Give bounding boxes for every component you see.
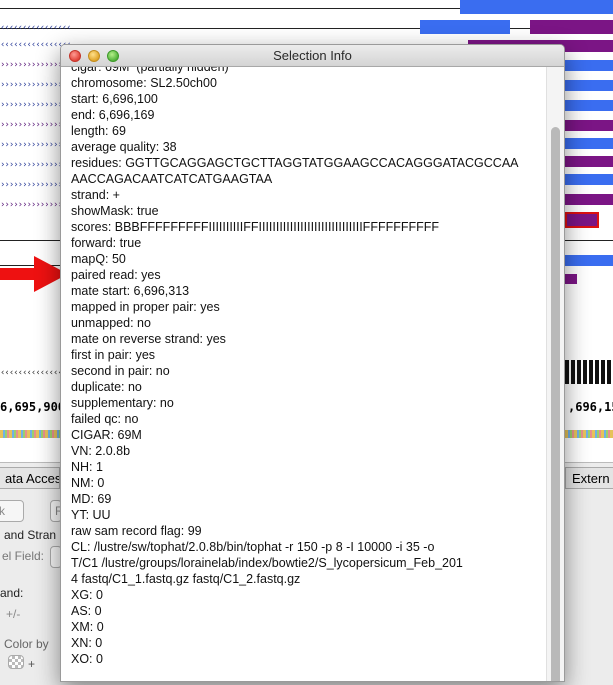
label-color-by: Color by [4, 637, 49, 651]
title-bar[interactable]: Selection Info [61, 45, 564, 67]
read-feature[interactable] [460, 0, 613, 14]
info-line: XG: 0 [71, 588, 103, 602]
coordinate-left: 6,695,900 [0, 400, 66, 414]
read-strand-arrows: ‹‹‹‹‹‹‹‹‹‹‹‹‹‹‹‹‹‹ [0, 23, 70, 33]
read-feature[interactable] [565, 60, 613, 71]
read-feature[interactable] [565, 156, 613, 167]
info-line: showMask: true [71, 204, 159, 218]
read-feature[interactable] [565, 80, 613, 91]
info-line: first in pair: yes [71, 348, 156, 362]
info-line: NH: 1 [71, 460, 103, 474]
read-feature[interactable] [565, 100, 613, 111]
info-line: strand: + [71, 188, 120, 202]
info-line: failed qc: no [71, 412, 139, 426]
info-line: forward: true [71, 236, 142, 250]
label-plus-minus: +/- [6, 607, 21, 621]
info-line: duplicate: no [71, 380, 142, 394]
ruler-ticks [565, 360, 613, 384]
label-and: and: [0, 586, 24, 600]
info-line: 4 fastq/C1_1.fastq.gz fastq/C1_2.fastq.g… [71, 572, 301, 586]
tab-external[interactable]: Extern [565, 467, 613, 489]
info-line: scores: BBBFFFFFFFFFIIIIIIIIIIFFIIIIIIII… [71, 220, 440, 234]
info-line: mate on reverse strand: yes [71, 332, 226, 346]
read-feature[interactable] [565, 194, 613, 205]
info-line: supplementary: no [71, 396, 174, 410]
info-line: length: 69 [71, 124, 126, 138]
track-line [0, 28, 613, 29]
color-swatch-button[interactable] [8, 655, 24, 669]
read-feature[interactable] [565, 174, 613, 185]
info-line: average quality: 38 [71, 140, 177, 154]
info-line: XO: 0 [71, 652, 103, 666]
scrollbar-thumb[interactable] [551, 127, 560, 681]
read-feature[interactable] [565, 255, 613, 266]
label-strand: and Stran [4, 528, 57, 542]
read-feature[interactable] [530, 20, 613, 34]
info-line: mapQ: 50 [71, 252, 126, 266]
mate-read-feature[interactable] [565, 274, 577, 284]
vertical-scrollbar[interactable] [546, 67, 564, 681]
info-line: unmapped: no [71, 316, 151, 330]
info-line: end: 6,696,169 [71, 108, 155, 122]
read-feature[interactable] [565, 138, 613, 149]
selection-info-window: Selection Info cigar: 69M (partially hid… [60, 44, 565, 682]
info-line: chromosome: SL2.50ch00 [71, 76, 217, 90]
info-line: MD: 69 [71, 492, 112, 506]
info-lines: cigar: 69M (partially hidden) chromosome:… [71, 67, 536, 667]
label-field: el Field: [2, 549, 45, 563]
info-line: AS: 0 [71, 604, 102, 618]
coordinate-right: ,696,15 [568, 400, 613, 414]
info-line: raw sam record flag: 99 [71, 524, 202, 538]
info-line: mapped in proper pair: yes [71, 300, 220, 314]
sequence-strip [565, 430, 613, 438]
read-feature[interactable] [420, 20, 510, 34]
info-line: start: 6,696,100 [71, 92, 158, 106]
read-feature[interactable] [565, 120, 613, 131]
tab-data-access[interactable]: ata Acces [0, 467, 60, 489]
info-line: cigar: 69M (partially hidden) [71, 67, 229, 74]
info-line: paired read: yes [71, 268, 161, 282]
info-line: residues: GGTTGCAGGAGCTGCTTAGGTATGGAAGCC… [71, 156, 519, 170]
info-line: mate start: 6,696,313 [71, 284, 190, 298]
info-line: CL: /lustre/sw/tophat/2.0.8b/bin/tophat … [71, 540, 435, 554]
info-line: AACCAGACAATCATCATGAAGTAA [71, 172, 273, 186]
info-line: VN: 2.0.8b [71, 444, 131, 458]
info-line: T/C1 /lustre/groups/lorainelab/index/bow… [71, 556, 463, 570]
info-line: CIGAR: 69M [71, 428, 142, 442]
selected-read-feature[interactable] [565, 212, 599, 228]
info-line: XN: 0 [71, 636, 103, 650]
label-plus: + [28, 657, 36, 671]
info-line: second in pair: no [71, 364, 170, 378]
panel-button-k[interactable]: k [0, 500, 24, 522]
window-title: Selection Info [273, 48, 352, 63]
info-line: NM: 0 [71, 476, 105, 490]
info-text-area[interactable]: cigar: 69M (partially hidden) chromosome:… [61, 67, 546, 681]
sequence-strip [0, 430, 60, 438]
info-line: XM: 0 [71, 620, 104, 634]
info-line: YT: UU [71, 508, 111, 522]
